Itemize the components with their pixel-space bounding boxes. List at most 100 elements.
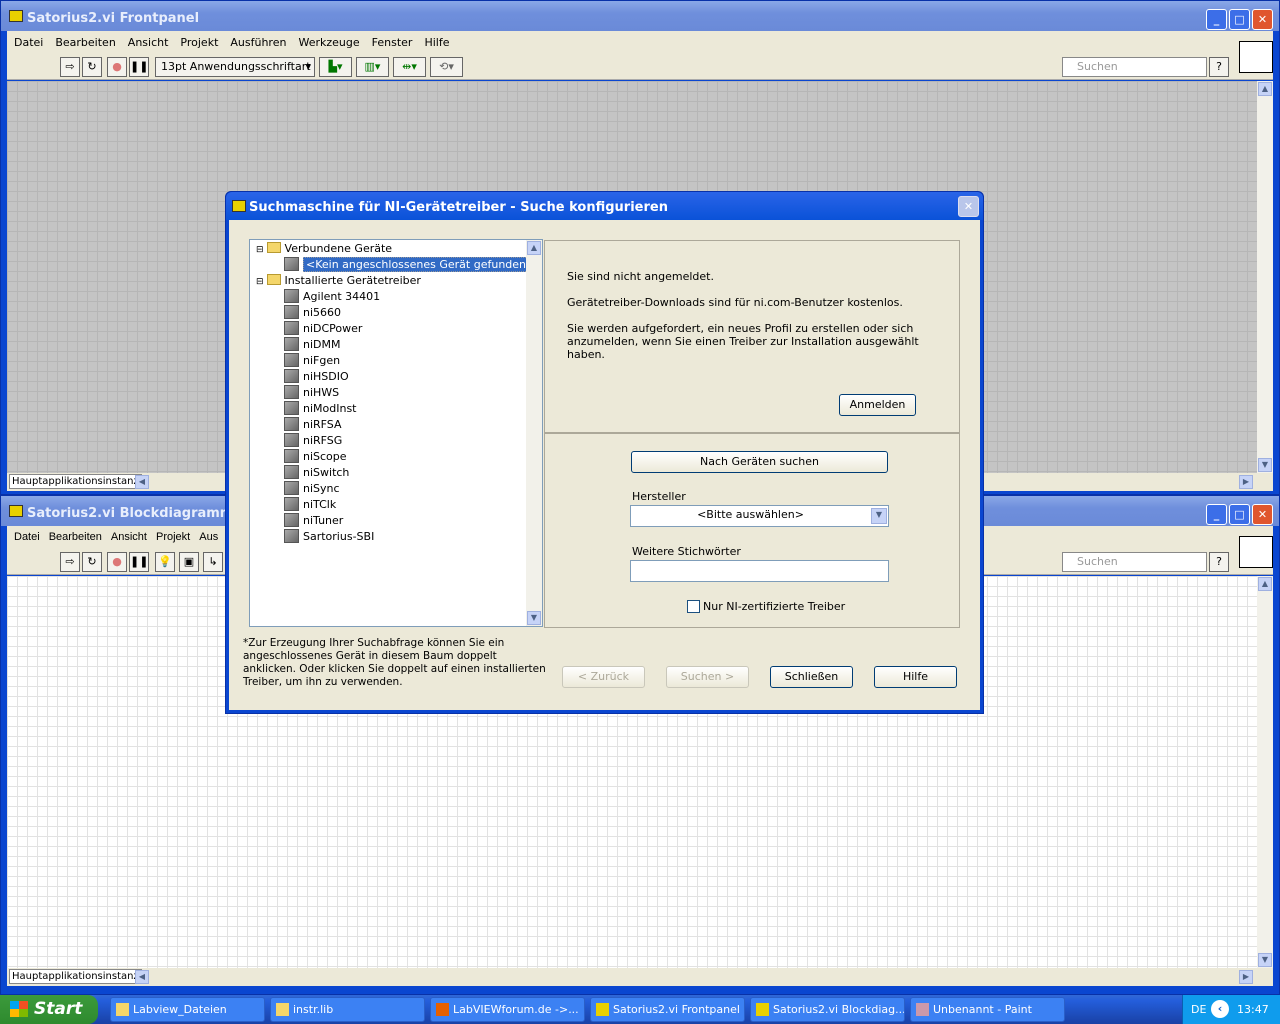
align-objects-icon[interactable]: ▙▾: [319, 57, 352, 77]
help-dialog-button[interactable]: Hilfe: [874, 666, 957, 688]
menu-projekt[interactable]: Projekt: [180, 36, 218, 53]
tree-node-driver[interactable]: niRFSA: [284, 417, 342, 433]
tree-node-driver[interactable]: niSwitch: [284, 465, 349, 481]
menu-ansicht[interactable]: Ansicht: [128, 36, 169, 53]
tree-node-driver[interactable]: niTuner: [284, 513, 343, 529]
menu-ausfuehren[interactable]: Ausführen: [230, 36, 286, 53]
chevron-down-icon[interactable]: ▼: [871, 508, 887, 524]
tree-node-driver[interactable]: niDMM: [284, 337, 340, 353]
taskbar-item[interactable]: instr.lib: [270, 997, 425, 1022]
close-button[interactable]: ✕: [1252, 504, 1273, 525]
scroll-up-icon[interactable]: ▲: [527, 241, 541, 255]
close-button[interactable]: ✕: [1252, 9, 1273, 30]
font-select[interactable]: 13pt Anwendungsschriftart ▾: [155, 57, 315, 77]
manufacturer-select[interactable]: <Bitte auswählen> ▼: [630, 505, 889, 527]
taskbar-item[interactable]: Unbenannt - Paint: [910, 997, 1065, 1022]
scroll-left-icon[interactable]: ◀: [135, 475, 149, 489]
pause-icon[interactable]: ❚❚: [129, 57, 149, 77]
dialog-close-button[interactable]: ✕: [958, 196, 979, 217]
window-title: Satorius2.vi Frontpanel: [27, 11, 200, 26]
hint-text: *Zur Erzeugung Ihrer Suchabfrage können …: [243, 637, 546, 688]
menu-datei[interactable]: Datei: [14, 36, 43, 53]
collapse-icon[interactable]: ⊟: [256, 245, 264, 255]
vertical-scrollbar[interactable]: ▲ ▼: [1257, 576, 1273, 968]
tree-node-driver[interactable]: Agilent 34401: [284, 289, 380, 305]
highlight-execution-icon[interactable]: 💡: [155, 552, 175, 572]
taskbar-item[interactable]: LabVIEWforum.de ->...: [430, 997, 585, 1022]
tree-node-driver[interactable]: niSync: [284, 481, 340, 497]
distribute-objects-icon[interactable]: ▥▾: [356, 57, 389, 77]
help-button[interactable]: ?: [1209, 57, 1229, 77]
tree-node-driver[interactable]: Sartorius-SBI: [284, 529, 374, 545]
scroll-up-icon[interactable]: ▲: [1258, 577, 1272, 591]
step-into-icon[interactable]: ↳: [203, 552, 223, 572]
abort-icon[interactable]: ●: [107, 552, 127, 572]
reorder-icon[interactable]: ⟲▾: [430, 57, 463, 77]
login-button[interactable]: Anmelden: [839, 394, 916, 416]
taskbar-item[interactable]: Labview_Dateien: [110, 997, 265, 1022]
back-button[interactable]: < Zurück: [562, 666, 645, 688]
run-continuously-icon[interactable]: ↻: [82, 57, 102, 77]
tree-node-driver[interactable]: niHSDIO: [284, 369, 349, 385]
close-dialog-button[interactable]: Schließen: [770, 666, 853, 688]
menu-werkzeuge[interactable]: Werkzeuge: [298, 36, 359, 53]
search-input[interactable]: Suchen: [1062, 552, 1207, 572]
tree-label: Sartorius-SBI: [303, 530, 375, 543]
keywords-input[interactable]: [630, 560, 889, 582]
maximize-button[interactable]: □: [1229, 504, 1250, 525]
menu-ansicht[interactable]: Ansicht: [111, 531, 147, 548]
scroll-right-icon[interactable]: ▶: [1239, 970, 1253, 984]
tree-scrollbar[interactable]: ▲ ▼: [526, 240, 542, 626]
taskbar-item[interactable]: Satorius2.vi Blockdiag...: [750, 997, 905, 1022]
collapse-icon[interactable]: ⊟: [256, 277, 264, 287]
minimize-button[interactable]: _: [1206, 9, 1227, 30]
taskbar-item[interactable]: Satorius2.vi Frontpanel: [590, 997, 745, 1022]
menu-hilfe[interactable]: Hilfe: [424, 36, 449, 53]
search-input[interactable]: Suchen: [1062, 57, 1207, 77]
menu-bearbeiten[interactable]: Bearbeiten: [55, 36, 115, 53]
vertical-scrollbar[interactable]: ▲ ▼: [1257, 81, 1273, 473]
abort-icon[interactable]: ●: [107, 57, 127, 77]
scroll-left-icon[interactable]: ◀: [135, 970, 149, 984]
tree-node-driver[interactable]: niFgen: [284, 353, 340, 369]
minimize-button[interactable]: _: [1206, 504, 1227, 525]
menu-ausfuehren[interactable]: Aus: [199, 531, 218, 548]
start-button[interactable]: Start: [0, 995, 98, 1024]
scroll-down-icon[interactable]: ▼: [527, 611, 541, 625]
search-devices-button[interactable]: Nach Geräten suchen: [631, 451, 888, 473]
language-indicator[interactable]: DE: [1191, 1003, 1206, 1016]
menu-fenster[interactable]: Fenster: [372, 36, 413, 53]
pause-icon[interactable]: ❚❚: [129, 552, 149, 572]
scroll-down-icon[interactable]: ▼: [1258, 458, 1272, 472]
run-arrow-icon[interactable]: ⇨: [60, 552, 80, 572]
driver-icon: [284, 385, 299, 399]
scroll-down-icon[interactable]: ▼: [1258, 953, 1272, 967]
maximize-button[interactable]: □: [1229, 9, 1250, 30]
tree-node-no-device[interactable]: <Kein angeschlossenes Gerät gefunden>: [284, 257, 539, 273]
tree-node-driver[interactable]: niModInst: [284, 401, 357, 417]
scroll-up-icon[interactable]: ▲: [1258, 82, 1272, 96]
tree-node-driver[interactable]: niRFSG: [284, 433, 342, 449]
menu-bearbeiten[interactable]: Bearbeiten: [49, 531, 102, 548]
help-button[interactable]: ?: [1209, 552, 1229, 572]
retain-wire-values-icon[interactable]: ▣: [179, 552, 199, 572]
tree-node-connected[interactable]: ⊟ Verbundene Geräte: [256, 241, 392, 257]
device-tree[interactable]: ⊟ Verbundene Geräte <Kein angeschlossenes…: [249, 239, 543, 627]
search-button[interactable]: Suchen >: [666, 666, 749, 688]
tree-node-installed[interactable]: ⊟ Installierte Gerätetreiber: [256, 273, 421, 289]
show-hidden-icons-icon[interactable]: ‹: [1211, 1000, 1229, 1018]
tree-node-driver[interactable]: niTClk: [284, 497, 336, 513]
menu-projekt[interactable]: Projekt: [156, 531, 190, 548]
frontpanel-title-bar[interactable]: Satorius2.vi Frontpanel _ □ ✕: [1, 1, 1279, 31]
scroll-right-icon[interactable]: ▶: [1239, 475, 1253, 489]
ni-certified-checkbox[interactable]: [687, 600, 700, 613]
dialog-title-bar[interactable]: Suchmaschine für NI-Gerätetreiber - Such…: [226, 192, 983, 220]
resize-objects-icon[interactable]: ⇹▾: [393, 57, 426, 77]
menu-datei[interactable]: Datei: [14, 531, 40, 548]
run-arrow-icon[interactable]: ⇨: [60, 57, 80, 77]
tree-node-driver[interactable]: ni5660: [284, 305, 341, 321]
tree-node-driver[interactable]: niHWS: [284, 385, 339, 401]
tree-node-driver[interactable]: niDCPower: [284, 321, 362, 337]
tree-node-driver[interactable]: niScope: [284, 449, 347, 465]
run-continuously-icon[interactable]: ↻: [82, 552, 102, 572]
